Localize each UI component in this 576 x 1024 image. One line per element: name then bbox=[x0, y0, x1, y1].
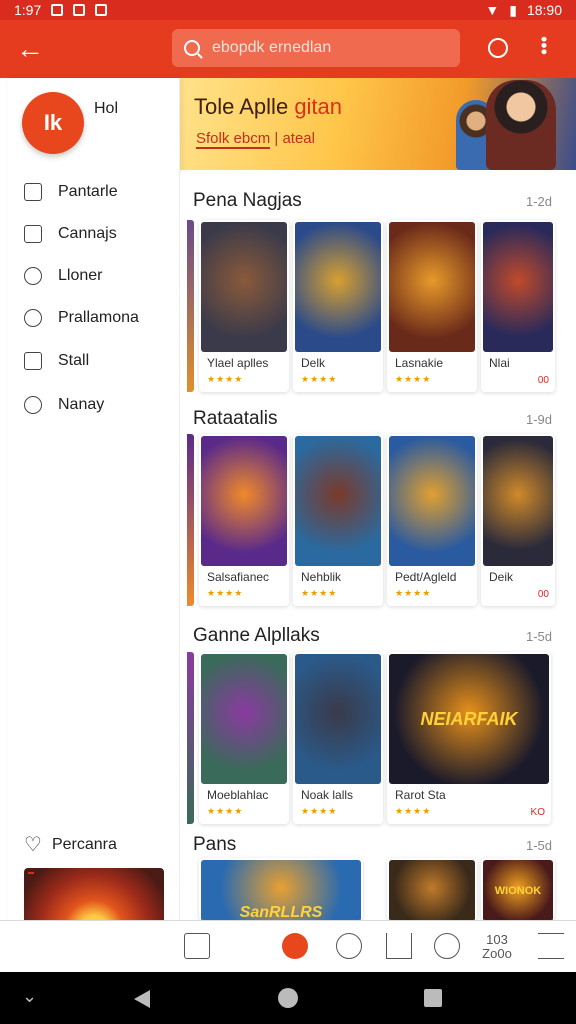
battery-icon: ▮ bbox=[509, 1, 517, 18]
game-card[interactable]: Lasnakie ★★★★ bbox=[387, 220, 477, 392]
avatar[interactable]: Ik bbox=[22, 92, 84, 154]
back-arrow-icon[interactable]: ← bbox=[0, 33, 60, 65]
game-card[interactable]: NEIARFAIK Rarot Sta ★★★★ KO bbox=[387, 652, 551, 824]
grid-icon[interactable] bbox=[184, 933, 210, 959]
heart-icon: ♡ bbox=[24, 834, 42, 856]
game-card[interactable]: Ylael aplles ★★★★ bbox=[199, 220, 289, 392]
card-peek bbox=[187, 220, 194, 392]
clock-icon bbox=[24, 309, 42, 327]
app-bar: ← ebopdk ernedlan ••• bbox=[0, 20, 576, 78]
game-art: WIONOK bbox=[483, 860, 553, 920]
game-art bbox=[201, 222, 287, 352]
info-icon bbox=[24, 352, 42, 370]
search-icon bbox=[184, 40, 200, 56]
status-bar: 1:97 ▼ ▮ 18:90 bbox=[0, 0, 576, 20]
game-card[interactable]: Noak lalls ★★★★ bbox=[293, 652, 383, 824]
game-card[interactable]: Nehblik ★★★★ bbox=[293, 434, 383, 606]
chevron-down-icon[interactable]: ⌄ bbox=[22, 986, 37, 1007]
menu-icon[interactable] bbox=[538, 933, 564, 959]
section-more-link[interactable]: 1-9d bbox=[526, 412, 552, 427]
globe-icon bbox=[24, 396, 42, 414]
game-art bbox=[389, 860, 475, 920]
drawer-user-label: Hol bbox=[94, 100, 119, 117]
game-card[interactable]: WIONOK bbox=[481, 858, 555, 920]
zoom-label[interactable]: 103 Zo0o bbox=[478, 933, 516, 961]
status-clock: 18:90 bbox=[526, 2, 562, 18]
section-more-link[interactable]: 1-5d bbox=[526, 838, 552, 853]
banner-subtitle: Sfolk ebcm | ateal bbox=[196, 130, 315, 149]
home-icon[interactable] bbox=[282, 933, 308, 959]
drawer-item-stall[interactable]: Stall bbox=[24, 347, 89, 375]
flower-icon[interactable] bbox=[434, 933, 460, 959]
game-art bbox=[389, 222, 475, 352]
game-art: NEIARFAIK bbox=[389, 654, 549, 784]
wifi-icon: ▼ bbox=[485, 2, 500, 18]
game-art bbox=[295, 222, 381, 352]
section-title: Ganne Alpllaks bbox=[193, 625, 320, 646]
status-time: 1:97 bbox=[14, 2, 42, 18]
edit-icon bbox=[24, 183, 42, 201]
card-peek bbox=[187, 434, 194, 606]
card-peek bbox=[187, 652, 194, 824]
game-card[interactable]: Moeblahlac ★★★★ bbox=[199, 652, 289, 824]
game-card[interactable]: Delk ★★★★ bbox=[293, 220, 383, 392]
game-card[interactable]: SanRLLRS bbox=[199, 858, 363, 920]
game-card[interactable]: Nlai 00 bbox=[481, 220, 555, 392]
drawer-item-prallamona[interactable]: Prallamona bbox=[24, 304, 139, 332]
favorites-item[interactable]: ♡ Percanra bbox=[24, 832, 117, 857]
bottom-navigation: 103 Zo0o bbox=[0, 920, 576, 972]
game-card[interactable]: Deik 00 bbox=[481, 434, 555, 606]
game-art bbox=[483, 222, 553, 352]
game-art bbox=[201, 436, 287, 566]
game-card[interactable]: Pedt/Agleld ★★★★ bbox=[387, 434, 477, 606]
section-title: Rataatalis bbox=[193, 408, 278, 429]
game-art bbox=[483, 436, 553, 566]
signal-app-icon bbox=[95, 4, 108, 16]
game-art bbox=[201, 654, 287, 784]
game-card[interactable]: Salsafianec ★★★★ bbox=[199, 434, 289, 606]
banner-hero-image bbox=[486, 80, 556, 170]
game-card[interactable] bbox=[387, 858, 477, 920]
house-icon[interactable] bbox=[386, 933, 412, 959]
game-art bbox=[389, 436, 475, 566]
cloud-icon bbox=[24, 225, 42, 243]
drawer-item-cannajs[interactable]: Cannajs bbox=[24, 220, 117, 248]
navigation-drawer: Ik Hol Pantarle Cannajs Lloner Prallamon… bbox=[8, 78, 180, 972]
section-title: Pena Nagjas bbox=[193, 190, 302, 211]
photo-icon bbox=[73, 4, 86, 16]
more-options-icon[interactable]: ••• bbox=[534, 36, 554, 55]
section-title: Pans bbox=[193, 834, 237, 855]
section-more-link[interactable]: 1-5d bbox=[526, 629, 552, 644]
drawer-item-nanay[interactable]: Nanay bbox=[24, 391, 104, 419]
game-art: SanRLLRS bbox=[201, 860, 361, 920]
chat-icon[interactable] bbox=[336, 933, 362, 959]
content-panel: Pena Nagjas 1-2d Ylael aplles ★★★★ Delk ★★… bbox=[180, 170, 568, 920]
search-input[interactable]: ebopdk ernedlan bbox=[172, 29, 460, 67]
search-text: ebopdk ernedlan bbox=[212, 39, 332, 56]
drawer-item-pantarle[interactable]: Pantarle bbox=[24, 178, 118, 206]
notification-icon bbox=[51, 4, 64, 16]
timer-icon bbox=[24, 267, 42, 285]
game-art bbox=[295, 654, 381, 784]
system-navigation-bar: ⌄ bbox=[0, 972, 576, 1024]
search-button-icon[interactable] bbox=[488, 38, 508, 58]
back-icon[interactable] bbox=[134, 990, 150, 1008]
recents-icon[interactable] bbox=[424, 989, 442, 1007]
drawer-item-lloner[interactable]: Lloner bbox=[24, 262, 102, 290]
banner-title: Tole Aplle gitan bbox=[194, 94, 343, 119]
promo-banner[interactable]: Tole Aplle gitan Sfolk ebcm | ateal bbox=[180, 78, 576, 170]
game-art bbox=[295, 436, 381, 566]
section-more-link[interactable]: 1-2d bbox=[526, 194, 552, 209]
home-button-icon[interactable] bbox=[278, 988, 298, 1008]
badge bbox=[28, 872, 34, 874]
